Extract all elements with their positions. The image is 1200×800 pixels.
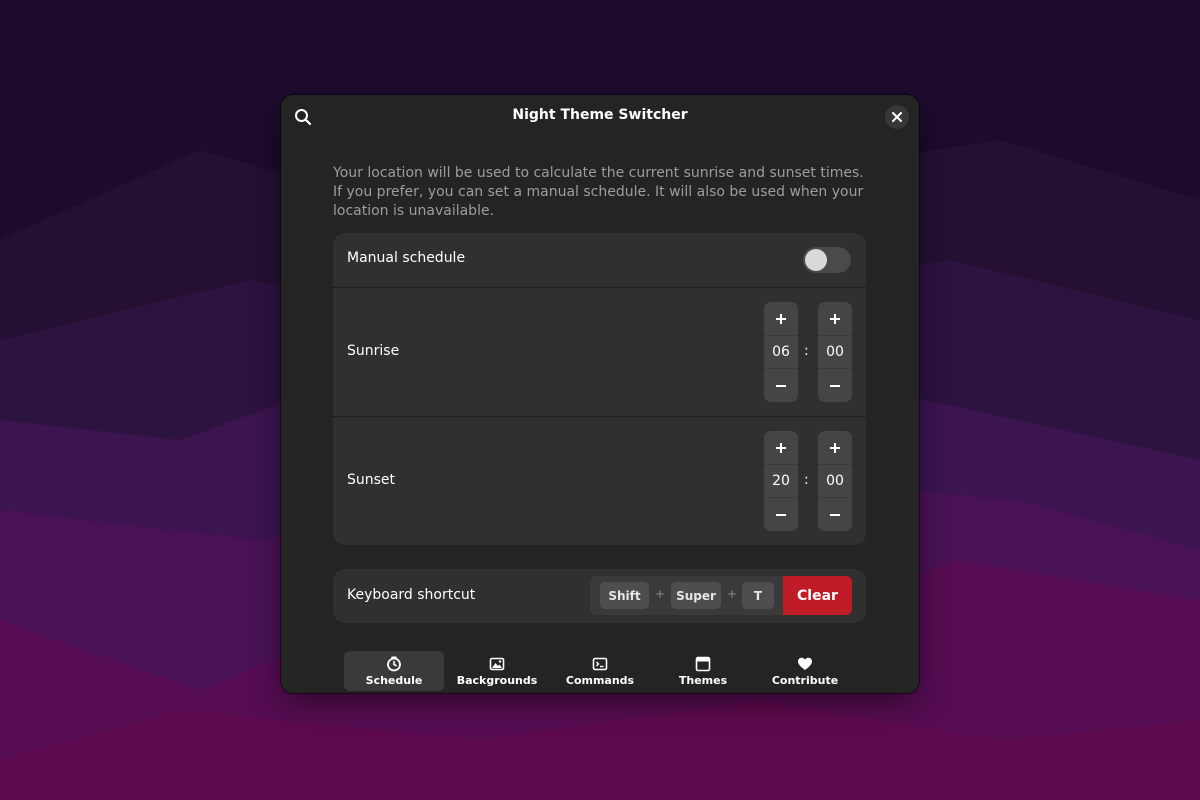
sunrise-hour-value[interactable]: 06 — [764, 335, 798, 369]
sunset-minute-value[interactable]: 00 — [818, 464, 852, 498]
shortcut-accelerator[interactable]: Shift + Super + T Clear — [590, 576, 852, 615]
key-joiner: + — [655, 587, 666, 601]
header-bar: Night Theme Switcher — [281, 95, 919, 139]
sunrise-minute-decrement-button[interactable] — [818, 369, 852, 402]
close-icon — [892, 112, 902, 122]
sunset-hour-decrement-button[interactable] — [764, 498, 798, 531]
tab-commands[interactable]: Commands — [550, 651, 650, 691]
plus-icon — [830, 442, 840, 453]
tab-label: Schedule — [365, 674, 423, 687]
plus-icon — [776, 313, 786, 324]
sunrise-hour-decrement-button[interactable] — [764, 369, 798, 402]
view-switcher-bar: Schedule Backgrounds Commands Themes Con… — [281, 649, 919, 693]
sunrise-minute-increment-button[interactable] — [818, 302, 852, 335]
sunrise-row: Sunrise 06 : 00 — [333, 288, 866, 416]
heart-icon — [798, 657, 812, 670]
sunrise-hour-spinner: 06 — [764, 302, 798, 402]
time-separator: : — [804, 343, 809, 359]
terminal-icon — [592, 657, 608, 671]
keyboard-shortcut-label: Keyboard shortcut — [347, 587, 476, 603]
manual-schedule-label: Manual schedule — [347, 250, 466, 266]
schedule-group: Manual schedule Sunrise 06 : 00 Sunset 2… — [333, 233, 866, 545]
clock-icon — [387, 656, 401, 672]
sunset-hour-spinner: 20 — [764, 431, 798, 531]
sunset-minute-spinner: 00 — [818, 431, 852, 531]
manual-schedule-switch[interactable] — [803, 247, 851, 273]
tab-label: Contribute — [771, 674, 839, 687]
clear-shortcut-button[interactable]: Clear — [783, 576, 852, 615]
keycap-shift: Shift — [600, 582, 649, 609]
location-description: Your location will be used to calculate … — [333, 165, 864, 219]
sunset-minute-decrement-button[interactable] — [818, 498, 852, 531]
close-button[interactable] — [885, 105, 909, 129]
sunrise-hour-increment-button[interactable] — [764, 302, 798, 335]
minus-icon — [830, 513, 840, 516]
minus-icon — [776, 384, 786, 387]
window-icon — [695, 656, 711, 672]
tab-themes[interactable]: Themes — [653, 651, 753, 691]
tab-label: Commands — [565, 674, 635, 687]
sunset-row: Sunset 20 : 00 — [333, 417, 866, 545]
image-icon — [489, 657, 505, 671]
keyboard-shortcut-row: Keyboard shortcut Shift + Super + T Clea… — [333, 569, 866, 623]
manual-schedule-row: Manual schedule — [333, 233, 866, 287]
tab-contribute[interactable]: Contribute — [755, 651, 855, 691]
minus-icon — [830, 384, 840, 387]
plus-icon — [776, 442, 786, 453]
tab-label: Backgrounds — [456, 674, 538, 687]
plus-icon — [830, 313, 840, 324]
time-separator: : — [804, 472, 809, 488]
sunset-hour-increment-button[interactable] — [764, 431, 798, 464]
minus-icon — [776, 513, 786, 516]
sunset-hour-value[interactable]: 20 — [764, 464, 798, 498]
sunset-minute-increment-button[interactable] — [818, 431, 852, 464]
sunrise-minute-value[interactable]: 00 — [818, 335, 852, 369]
keycap-t: T — [742, 582, 774, 609]
sunrise-minute-spinner: 00 — [818, 302, 852, 402]
window-title: Night Theme Switcher — [512, 107, 688, 123]
preferences-window: Night Theme Switcher Your location will … — [281, 95, 919, 693]
tab-label: Themes — [678, 674, 728, 687]
keycap-super: Super — [671, 582, 721, 609]
sunrise-label: Sunrise — [347, 343, 400, 359]
switch-knob — [805, 249, 827, 271]
sunset-label: Sunset — [347, 472, 396, 488]
key-joiner: + — [727, 587, 738, 601]
tab-backgrounds[interactable]: Backgrounds — [447, 651, 547, 691]
tab-schedule[interactable]: Schedule — [344, 651, 444, 691]
